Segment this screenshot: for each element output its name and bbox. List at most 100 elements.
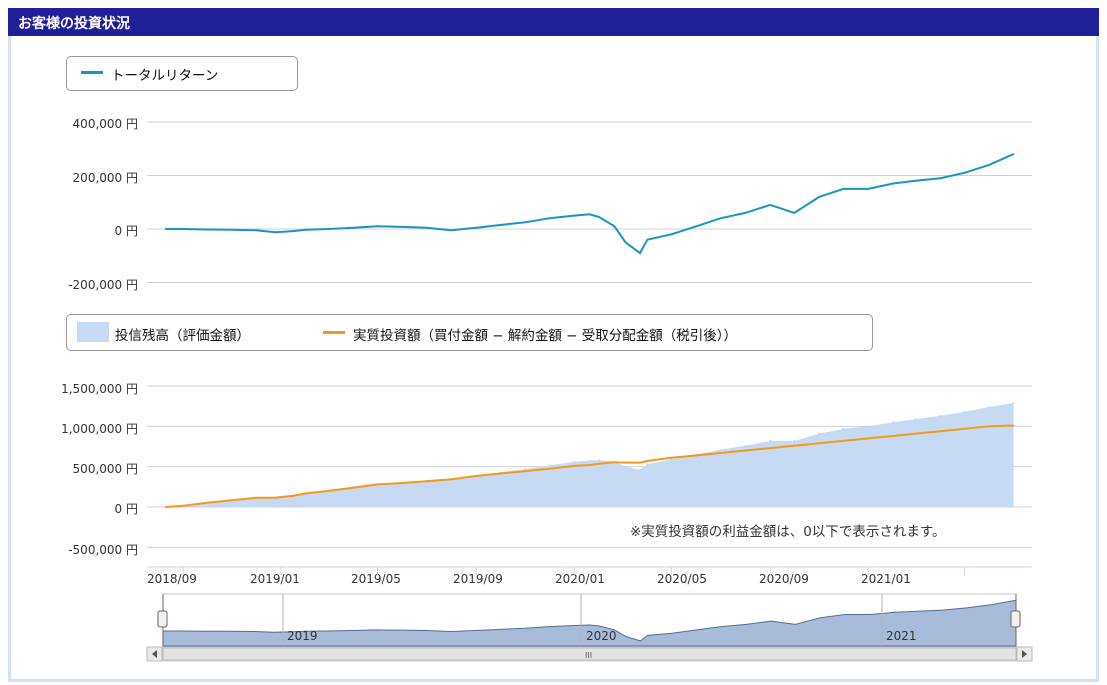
invest-point — [892, 435, 894, 437]
balance-area — [165, 402, 1014, 507]
balance-point — [719, 448, 722, 451]
invest-point — [182, 504, 184, 507]
total-return-point — [548, 217, 551, 220]
invest-point — [274, 496, 277, 499]
invest-point — [744, 449, 747, 452]
total-return-point — [670, 233, 673, 236]
balance-point — [867, 425, 869, 428]
total-return-point — [914, 180, 917, 182]
balance-point — [914, 418, 917, 420]
navigator-label: 2020 — [586, 629, 617, 643]
invest-point — [573, 465, 576, 467]
total-return-point — [376, 225, 379, 228]
total-return-point — [598, 216, 600, 218]
total-return-point — [719, 217, 722, 220]
invest-point — [793, 444, 796, 447]
total-return-point — [646, 238, 649, 241]
total-return-point — [695, 225, 698, 228]
invest-point — [624, 461, 627, 464]
invest-point — [327, 490, 330, 492]
total-return-point — [744, 212, 747, 214]
balance-point — [988, 406, 991, 408]
total-return-line — [165, 153, 1014, 255]
balance-point — [588, 459, 591, 462]
total-return-point — [892, 182, 894, 185]
balance-point — [793, 440, 796, 442]
balance-point — [624, 465, 627, 468]
total-return-point — [613, 225, 616, 228]
invest-point — [291, 495, 294, 497]
total-return-point — [450, 229, 453, 232]
balance-point — [1012, 402, 1015, 404]
invest-point — [719, 452, 722, 454]
total-return-point — [475, 226, 478, 229]
total-return-point — [588, 213, 591, 216]
total-return-point — [164, 228, 167, 230]
balance-point — [769, 440, 771, 442]
balance-point — [963, 411, 966, 413]
total-return-point — [524, 221, 527, 224]
balance-point — [598, 459, 600, 462]
invest-point — [914, 432, 917, 435]
invest-point — [842, 440, 845, 442]
balance-point — [548, 464, 551, 467]
invest-point — [939, 430, 942, 432]
invest-point — [988, 425, 991, 428]
invest-point — [639, 461, 641, 464]
invest-point — [818, 442, 820, 445]
invest-point — [598, 463, 600, 465]
balance-point — [744, 444, 747, 447]
balance-point — [939, 415, 942, 417]
invest-point — [376, 483, 379, 486]
invest-point — [524, 470, 527, 472]
total-return-point — [305, 229, 307, 231]
total-return-point — [793, 212, 796, 214]
navigator-right-handle[interactable] — [1010, 610, 1021, 628]
invest-point — [670, 456, 673, 459]
total-return-point — [769, 204, 771, 206]
total-return-point — [867, 188, 869, 190]
total-return-point — [1012, 153, 1015, 155]
invest-point — [646, 460, 649, 462]
invest-point — [475, 475, 478, 477]
invest-point — [548, 467, 551, 470]
invest-point — [231, 499, 233, 502]
balance-point — [842, 427, 845, 430]
total-return-point — [206, 228, 209, 231]
invest-point — [450, 478, 453, 480]
charts-canvas: 2019 2020 2021 III — [146, 121, 1033, 662]
invest-point — [588, 464, 591, 466]
total-return-point — [231, 229, 233, 231]
invest-point — [206, 502, 209, 504]
total-return-point — [624, 241, 627, 244]
balance-point — [892, 421, 894, 424]
balance-point — [524, 468, 527, 470]
total-return-point — [639, 252, 641, 254]
invest-point — [769, 447, 771, 449]
total-return-point — [939, 177, 942, 179]
total-return-point — [573, 214, 576, 217]
invest-point — [401, 482, 404, 484]
navigator-left-handle[interactable] — [157, 610, 168, 628]
scrollbar-grip: III — [585, 651, 592, 660]
invest-point — [305, 492, 307, 495]
total-return-point — [401, 226, 404, 228]
balance-point — [646, 463, 649, 466]
invest-point — [425, 480, 428, 482]
total-return-point — [425, 226, 428, 229]
total-return-point — [274, 231, 277, 234]
invest-point — [867, 437, 869, 440]
total-return-point — [988, 164, 991, 166]
navigator-label: 2021 — [886, 629, 917, 643]
total-return-point — [963, 172, 966, 174]
navigator-label: 2019 — [287, 629, 318, 643]
total-return-point — [255, 229, 258, 232]
invest-point — [255, 496, 258, 499]
total-return-point — [499, 224, 502, 226]
total-return-point — [352, 226, 355, 229]
total-return-point — [842, 188, 845, 190]
total-return-point — [182, 228, 184, 230]
balance-point — [818, 432, 820, 435]
total-return-point — [291, 230, 294, 232]
balance-point — [573, 461, 576, 463]
